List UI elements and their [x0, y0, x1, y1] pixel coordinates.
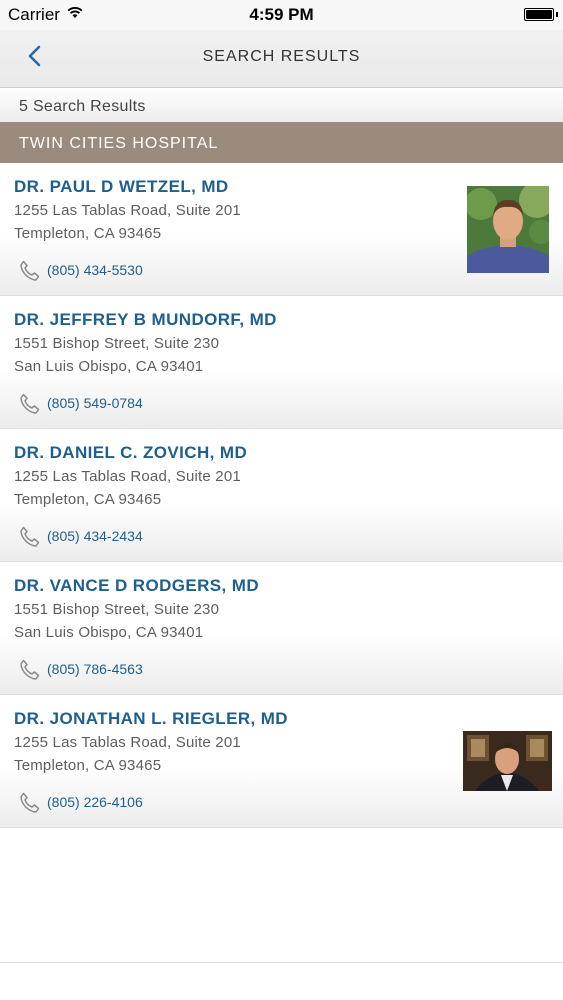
doctor-address-line2: Templeton, CA 93465: [14, 225, 162, 242]
doctor-photo: [467, 186, 549, 273]
doctor-address-line2: San Luis Obispo, CA 93401: [14, 358, 204, 375]
doctor-address-line1: 1255 Las Tablas Road, Suite 201: [14, 202, 241, 219]
doctor-address-line1: 1255 Las Tablas Road, Suite 201: [14, 734, 241, 751]
doctor-name: DR. PAUL D WETZEL, MD: [14, 177, 229, 196]
doctor-card[interactable]: DR. VANCE D RODGERS, MD 1551 Bishop Stre…: [0, 562, 563, 695]
results-count-bar: 5 Search Results: [0, 88, 563, 122]
status-bar: Carrier 4:59 PM: [0, 0, 563, 30]
battery-icon: [524, 8, 554, 21]
status-time: 4:59 PM: [249, 5, 314, 24]
phone-number: (805) 434-2434: [47, 528, 143, 544]
doctor-name: DR. DANIEL C. ZOVICH, MD: [14, 443, 248, 462]
doctor-name: DR. JONATHAN L. RIEGLER, MD: [14, 709, 288, 728]
phone-icon: [20, 260, 40, 281]
doctor-name: DR. JEFFREY B MUNDORF, MD: [14, 310, 277, 329]
doctor-address-line1: 1551 Bishop Street, Suite 230: [14, 601, 220, 618]
phone-icon: [20, 393, 40, 414]
doctor-photo: [463, 731, 552, 791]
results-list: DR. PAUL D WETZEL, MD 1255 Las Tablas Ro…: [0, 163, 563, 828]
phone-icon: [20, 659, 40, 680]
section-header-label: TWIN CITIES HOSPITAL: [19, 135, 219, 152]
doctor-card[interactable]: DR. DANIEL C. ZOVICH, MD 1255 Las Tablas…: [0, 429, 563, 562]
section-header: TWIN CITIES HOSPITAL: [0, 122, 563, 163]
phone-icon: [20, 526, 40, 547]
phone-number: (805) 434-5530: [47, 262, 143, 278]
doctor-card[interactable]: DR. JEFFREY B MUNDORF, MD 1551 Bishop St…: [0, 296, 563, 429]
doctor-address-line1: 1551 Bishop Street, Suite 230: [14, 335, 220, 352]
divider: [0, 962, 563, 963]
phone-icon: [20, 792, 40, 813]
doctor-address-line2: Templeton, CA 93465: [14, 491, 162, 508]
doctor-address-line2: San Luis Obispo, CA 93401: [14, 624, 204, 641]
phone-number: (805) 549-0784: [47, 395, 143, 411]
doctor-card[interactable]: DR. PAUL D WETZEL, MD 1255 Las Tablas Ro…: [0, 163, 563, 296]
doctor-card[interactable]: DR. JONATHAN L. RIEGLER, MD 1255 Las Tab…: [0, 695, 563, 828]
doctor-name: DR. VANCE D RODGERS, MD: [14, 576, 260, 595]
battery-cap: [556, 12, 558, 17]
doctor-address-line1: 1255 Las Tablas Road, Suite 201: [14, 468, 241, 485]
doctor-address-line2: Templeton, CA 93465: [14, 757, 162, 774]
phone-number: (805) 786-4563: [47, 661, 143, 677]
phone-number: (805) 226-4106: [47, 794, 143, 810]
page-title: SEARCH RESULTS: [202, 48, 361, 65]
navigation-bar: SEARCH RESULTS: [0, 30, 563, 88]
results-count: 5 Search Results: [19, 98, 146, 115]
